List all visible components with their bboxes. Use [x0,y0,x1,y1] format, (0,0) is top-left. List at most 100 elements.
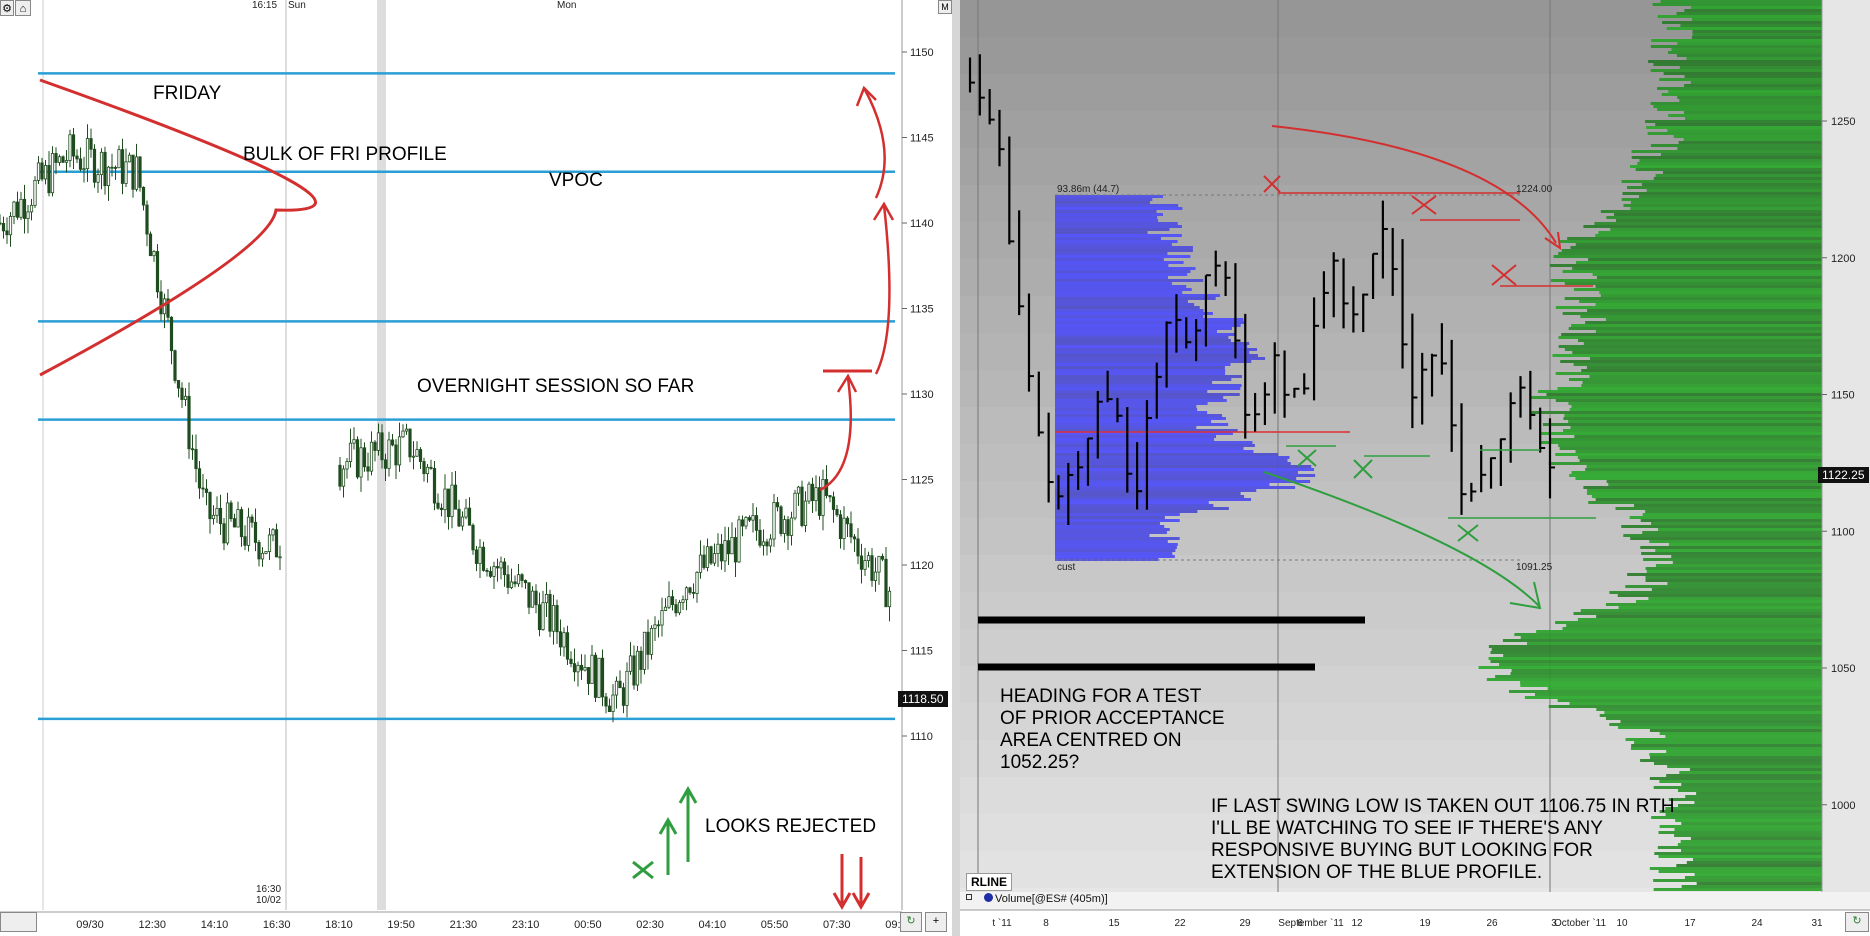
candle-body [544,593,549,604]
price-tick-label: 1130 [910,389,934,401]
candle-body [390,439,395,446]
volume-close-icon[interactable] [966,894,972,900]
candle-body [758,529,762,546]
blue-profile-row [1055,339,1231,342]
candle-body [180,387,184,400]
green-profile-row [1678,804,1822,807]
date-tick-label: 22 [1174,918,1186,929]
blue-profile-row [1055,216,1158,219]
green-profile-row [1671,48,1822,51]
chart-settings-icon[interactable]: ⚙ [0,0,14,16]
green-profile-row [1558,444,1822,447]
blue-profile-row [1055,279,1204,282]
green-profile-row [1641,183,1822,186]
green-profile-row [1566,624,1822,627]
blue-profile-row [1055,306,1200,309]
session-mon-label: Mon [557,0,577,11]
candle-body [576,664,580,673]
blue-profile-row [1055,345,1248,348]
green-profile-row [1653,762,1822,765]
price-tick-label: 1200 [1831,253,1855,265]
green-profile-row [1511,669,1822,672]
candle-body [243,536,247,546]
green-profile-row [1681,849,1822,852]
time-tick-label: 07:30 [823,919,851,931]
candle-body [492,566,496,577]
blue-profile-row [1055,381,1213,384]
blue-profile-row [1055,537,1180,540]
blue-profile-row [1055,240,1178,243]
candle-body [712,553,717,564]
blue-profile-row [1055,333,1237,336]
blue-profile-row [1055,288,1192,291]
candle-body [579,664,584,671]
price-tick-label: 1135 [910,304,934,316]
green-profile-row [1673,135,1822,138]
blue-profile-row [1055,369,1226,372]
green-profile-row [1683,111,1822,114]
blue-profile-row [1055,546,1177,549]
candle-body [453,484,458,510]
chart-home-icon[interactable]: ⌂ [15,0,31,16]
blue-profile-row [1055,231,1148,234]
green-profile-row [1646,570,1822,573]
green-profile-row [1636,600,1822,603]
green-profile-row [1590,357,1822,360]
candle-body [870,555,874,581]
green-profile-row [1488,657,1822,660]
candle-body [569,658,573,665]
green-profile-row [1587,489,1822,492]
candle-body [138,156,142,188]
blue-profile-row [1055,459,1288,462]
candle-body [467,507,472,526]
green-profile-row [1557,699,1822,702]
right-refresh-icon[interactable]: ↻ [1845,912,1869,932]
candle-body [702,554,706,568]
candle-body [89,138,93,150]
green-profile-row [1526,642,1822,645]
left-scrollbar-thumb[interactable] [0,912,37,932]
green-profile-row [1630,207,1822,210]
candle-body [197,468,202,489]
candle-body [849,523,853,538]
blue-profile-row [1055,441,1253,444]
candle-body [611,694,615,713]
green-profile-row [1555,306,1822,309]
volume-indicator-label: Volume[@ES# (405m)] [995,893,1108,905]
green-profile-row [1627,186,1822,189]
blue-profile-row [1055,444,1255,447]
green-profile-row [1642,531,1822,534]
green-profile-row [1645,510,1822,513]
rline-button[interactable]: RLINE [966,873,1012,891]
candle-body [516,574,521,585]
green-profile-row [1499,663,1822,666]
blue-profile-row [1055,390,1208,393]
left-refresh-icon[interactable]: ↻ [900,912,922,932]
date-tick-label: 10 [1616,918,1628,929]
green-profile-row [1599,714,1822,717]
date-tick-label: 26 [1486,918,1498,929]
candle-body [61,156,65,163]
blue-profile-row [1055,501,1209,504]
candle-body [733,537,738,563]
vpoc-label: VPOC [549,170,603,191]
candle-body [19,198,23,218]
green-profile-row [1671,555,1822,558]
blue-profile-row [1055,504,1214,507]
candle-body [194,448,198,470]
green-profile-row [1668,114,1822,117]
green-profile-row [1659,78,1822,81]
candle-body [78,158,83,170]
candle-body [887,590,892,608]
blue-profile-row [1055,297,1216,300]
candle-body [642,631,647,670]
green-profile-row [1658,855,1822,858]
candle-body [509,581,514,588]
candle-body [551,605,556,632]
candle-body [380,432,384,461]
candle-body [394,444,398,466]
menu-icon[interactable]: M [938,0,952,14]
candle-body [99,151,104,176]
session-break-time: 16:30 [256,884,282,895]
left-add-icon[interactable]: + [925,912,947,932]
